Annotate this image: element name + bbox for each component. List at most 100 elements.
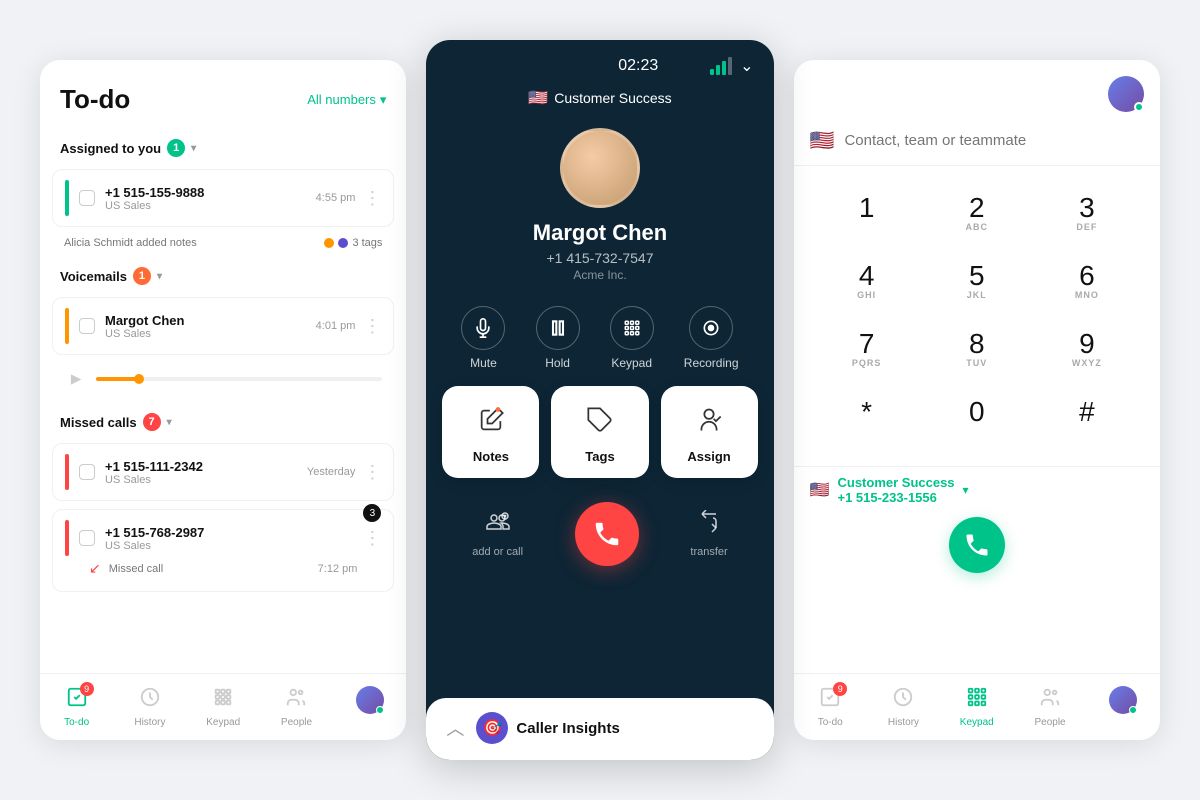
nav-keypad-label: Keypad — [206, 717, 240, 728]
signal-bar-2 — [716, 65, 720, 75]
key-6[interactable]: 6 MNO — [1034, 250, 1140, 314]
search-flag-icon: 🇺🇸 — [810, 128, 835, 153]
caller-avatar — [560, 128, 640, 208]
keypad-grid: 1 2 ABC 3 DEF 4 GHI 5 JKL 6 MNO — [794, 166, 1160, 466]
call-dropdown-button[interactable]: ⌄ — [740, 56, 753, 76]
progress-dot — [134, 374, 144, 384]
key-2[interactable]: 2 ABC — [924, 182, 1030, 246]
missed-call-item-1[interactable]: +1 515-111-2342 US Sales Yesterday ⋮ — [52, 443, 394, 501]
tags-container: 3 tags — [324, 237, 382, 249]
call-top-bar: 02:23 ⌄ — [426, 40, 773, 84]
item-indicator-red-1 — [65, 454, 69, 490]
mute-icon — [461, 306, 505, 350]
right-nav-keypad-label: Keypad — [960, 717, 994, 728]
call-checkbox[interactable] — [79, 190, 95, 206]
key-4[interactable]: 4 GHI — [814, 250, 920, 314]
key-9[interactable]: 9 WXYZ — [1034, 318, 1140, 382]
right-nav-people-label: People — [1034, 717, 1065, 728]
hold-button[interactable]: Hold — [536, 306, 580, 370]
mute-label: Mute — [470, 356, 497, 370]
missed-options-button-1[interactable]: ⋮ — [363, 462, 381, 483]
end-call-button[interactable] — [575, 502, 639, 566]
item-indicator — [65, 180, 69, 216]
nav-people[interactable]: People — [260, 682, 333, 732]
nav-keypad[interactable]: Keypad — [187, 682, 260, 732]
search-input[interactable] — [844, 132, 1144, 149]
voicemail-item[interactable]: Margot Chen US Sales 4:01 pm ⋮ — [52, 297, 394, 355]
right-keypad-nav-icon — [966, 686, 988, 714]
mute-button[interactable]: Mute — [461, 306, 505, 370]
key-8[interactable]: 8 TUV — [924, 318, 1030, 382]
search-area: 🇺🇸 — [794, 120, 1160, 166]
call-timer: 02:23 — [578, 57, 698, 75]
right-people-nav-icon — [1039, 686, 1061, 714]
right-nav-todo-label: To-do — [818, 717, 843, 728]
selected-chevron-icon[interactable]: ▾ — [963, 483, 969, 497]
key-0[interactable]: 0 — [924, 386, 1030, 450]
keypad-nav-icon — [212, 686, 234, 714]
play-button[interactable]: ▶ — [64, 367, 88, 391]
recording-icon — [689, 306, 733, 350]
avatar-online-dot — [376, 706, 384, 714]
right-nav-avatar[interactable] — [1087, 682, 1160, 732]
transfer-button[interactable]: transfer — [690, 510, 727, 558]
right-nav-people[interactable]: People — [1013, 682, 1086, 732]
key-3[interactable]: 3 DEF — [1034, 182, 1140, 246]
assigned-call-item[interactable]: +1 515-155-9888 US Sales 4:55 pm ⋮ — [52, 169, 394, 227]
assign-icon — [695, 406, 723, 441]
todo-nav-badge: 9 — [80, 682, 94, 696]
caller-phone: +1 415-732-7547 — [426, 250, 773, 266]
voicemails-section-header: Voicemails 1 ▾ — [40, 259, 406, 293]
all-numbers-button[interactable]: All numbers ▾ — [307, 92, 386, 108]
keypad-user-avatar[interactable] — [1108, 76, 1144, 112]
voicemail-checkbox[interactable] — [79, 318, 95, 334]
right-avatar-dot — [1129, 706, 1137, 714]
key-star[interactable]: * — [814, 386, 920, 450]
insights-header: 🎯 Caller Insights — [476, 712, 619, 744]
avatar-image — [563, 131, 637, 205]
right-user-avatar[interactable] — [1109, 686, 1137, 714]
call-note-row: Alicia Schmidt added notes 3 tags — [52, 231, 394, 251]
dial-button[interactable] — [949, 517, 1005, 573]
selected-number-area: 🇺🇸 Customer Success +1 515-233-1556 ▾ — [794, 466, 1160, 513]
add-call-icon — [486, 510, 510, 540]
nav-history[interactable]: History — [113, 682, 186, 732]
transfer-label: transfer — [690, 546, 727, 558]
selected-flag-icon: 🇺🇸 — [810, 480, 830, 500]
missed-checkbox-2[interactable] — [79, 530, 95, 546]
right-bottom-nav: 9 To-do History Keypad People — [794, 673, 1160, 740]
insights-label: Caller Insights — [516, 720, 619, 737]
nav-people-label: People — [281, 717, 312, 728]
end-call-area: add or call transfer — [426, 494, 773, 582]
user-avatar[interactable] — [356, 686, 384, 714]
right-nav-todo[interactable]: 9 To-do — [794, 682, 867, 732]
key-7[interactable]: 7 PQRS — [814, 318, 920, 382]
missed-call-item-2[interactable]: 3 +1 515-768-2987 US Sales ⋮ ↙ Missed ca… — [52, 509, 394, 592]
todo-nav-wrapper: 9 — [66, 686, 88, 714]
progress-bar[interactable] — [96, 377, 382, 381]
key-1[interactable]: 1 — [814, 182, 920, 246]
keypad-panel: 🇺🇸 1 2 ABC 3 DEF 4 GHI 5 JKL — [794, 60, 1160, 740]
assign-card[interactable]: Assign — [661, 386, 758, 478]
key-5[interactable]: 5 JKL — [924, 250, 1030, 314]
insights-icon: 🎯 — [476, 712, 508, 744]
active-call-panel: 02:23 ⌄ 🇺🇸 Customer Success Margot Chen … — [426, 40, 773, 760]
right-nav-history-label: History — [888, 717, 919, 728]
recording-button[interactable]: Recording — [684, 306, 739, 370]
keypad-button[interactable]: Keypad — [610, 306, 654, 370]
caller-insights-panel[interactable]: ︿ 🎯 Caller Insights — [426, 698, 773, 760]
missed-checkbox-1[interactable] — [79, 464, 95, 480]
missed-options-button-2[interactable]: ⋮ — [363, 528, 381, 549]
recording-label: Recording — [684, 356, 739, 370]
call-options-button[interactable]: ⋮ — [363, 188, 381, 209]
voicemail-options-button[interactable]: ⋮ — [363, 316, 381, 337]
tag-dot-2 — [338, 238, 348, 248]
add-call-button[interactable]: add or call — [472, 510, 523, 558]
tags-card[interactable]: Tags — [551, 386, 648, 478]
right-nav-keypad[interactable]: Keypad — [940, 682, 1013, 732]
key-hash[interactable]: # — [1034, 386, 1140, 450]
notes-card[interactable]: Notes — [442, 386, 539, 478]
right-nav-history[interactable]: History — [867, 682, 940, 732]
nav-todo[interactable]: 9 To-do — [40, 682, 113, 732]
nav-avatar[interactable] — [333, 682, 406, 732]
